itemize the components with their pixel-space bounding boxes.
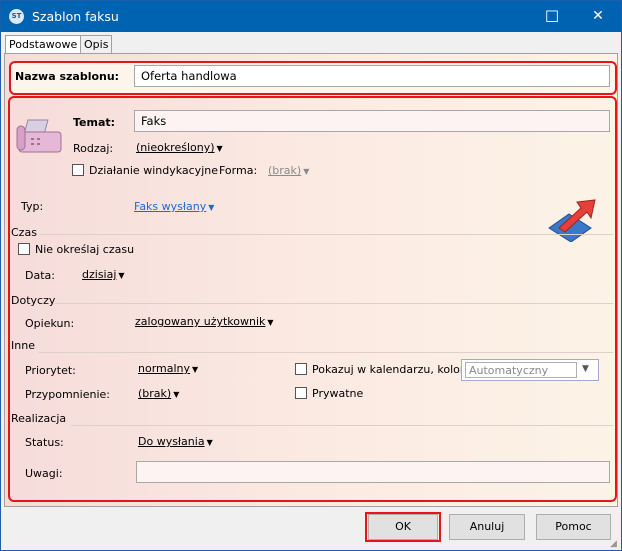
app-logo-icon: ST xyxy=(9,9,24,24)
keeper-dropdown[interactable]: zalogowany użytkownik ▼ xyxy=(135,315,274,328)
form-value: (brak) xyxy=(268,164,302,177)
dropdown-arrow-icon: ▼ xyxy=(582,364,589,374)
dropdown-arrow-icon: ▼ xyxy=(173,390,180,399)
divider xyxy=(71,425,613,426)
other-section-title: Inne xyxy=(11,339,35,352)
divider xyxy=(55,303,613,304)
reminder-dropdown[interactable]: (brak) ▼ xyxy=(138,387,179,400)
dropdown-arrow-icon: ▼ xyxy=(192,365,199,374)
private-label: Prywatne xyxy=(312,387,364,400)
time-section-title: Czas xyxy=(11,226,37,239)
divider xyxy=(39,352,613,353)
subject-input[interactable]: Faks xyxy=(134,110,610,132)
date-value: dzisiaj xyxy=(82,268,117,281)
cancel-button[interactable]: Anuluj xyxy=(449,514,525,540)
send-arrow-icon xyxy=(548,199,596,242)
form-dropdown[interactable]: (brak) ▼ xyxy=(268,164,309,177)
keeper-label: Opiekun: xyxy=(25,317,75,330)
status-value: Do wysłania xyxy=(138,435,205,448)
reminder-value: (brak) xyxy=(138,387,172,400)
dropdown-arrow-icon: ▼ xyxy=(216,144,223,153)
calendar-label: Pokazuj w kalendarzu, kolor: xyxy=(312,363,468,376)
form-label: Forma: xyxy=(219,164,258,177)
kind-dropdown[interactable]: (nieokreślony) ▼ xyxy=(136,141,223,154)
keeper-value: zalogowany użytkownik xyxy=(135,315,266,328)
type-value: Faks wysłany xyxy=(134,200,207,213)
status-dropdown[interactable]: Do wysłania ▼ xyxy=(138,435,213,448)
template-name-input[interactable]: Oferta handlowa xyxy=(134,65,610,87)
type-label: Typ: xyxy=(21,200,44,213)
status-label: Status: xyxy=(25,436,64,449)
calendar-checkbox[interactable] xyxy=(295,363,307,375)
title-bar: ST Szablon faksu ☐ ✕ xyxy=(1,1,621,32)
dropdown-arrow-icon: ▼ xyxy=(208,203,215,212)
dropdown-arrow-icon: ▼ xyxy=(303,167,310,176)
calendar-color-value: Automatyczny xyxy=(465,362,577,378)
private-checkbox[interactable] xyxy=(295,387,307,399)
calendar-color-select[interactable]: Automatyczny ▼ xyxy=(461,359,599,381)
collection-checkbox[interactable] xyxy=(72,164,84,176)
no-time-label: Nie określaj czasu xyxy=(35,243,135,256)
notes-input[interactable] xyxy=(136,461,610,483)
dialog-window: ST Szablon faksu ☐ ✕ Podstawowe Opis Naz… xyxy=(0,0,622,551)
fax-icon xyxy=(16,119,62,153)
priority-value: normalny xyxy=(138,362,191,375)
date-label: Data: xyxy=(25,269,55,282)
help-button[interactable]: Pomoc xyxy=(536,514,611,540)
date-dropdown[interactable]: dzisiaj ▼ xyxy=(82,268,125,281)
window-title: Szablon faksu xyxy=(32,9,119,24)
tab-podstawowe[interactable]: Podstawowe xyxy=(5,35,82,55)
dropdown-arrow-icon: ▼ xyxy=(118,271,125,280)
subject-label: Temat: xyxy=(73,116,116,129)
ok-button[interactable]: OK xyxy=(368,514,438,540)
template-name-label: Nazwa szablonu: xyxy=(15,70,120,83)
details-highlight xyxy=(8,96,617,502)
no-time-checkbox[interactable] xyxy=(18,243,30,255)
priority-dropdown[interactable]: normalny ▼ xyxy=(138,362,198,375)
divider xyxy=(39,234,613,235)
realization-section-title: Realizacja xyxy=(11,412,67,425)
notes-label: Uwagi: xyxy=(25,467,63,480)
resize-grip-icon[interactable]: ◢ xyxy=(610,539,617,549)
tab-opis[interactable]: Opis xyxy=(80,35,113,54)
kind-value: (nieokreślony) xyxy=(136,141,215,154)
close-button[interactable]: ✕ xyxy=(575,1,621,32)
collection-label: Działanie windykacyjne xyxy=(89,164,218,177)
priority-label: Priorytet: xyxy=(25,364,76,377)
type-dropdown[interactable]: Faks wysłany ▼ xyxy=(134,200,214,213)
dropdown-arrow-icon: ▼ xyxy=(206,438,213,447)
kind-label: Rodzaj: xyxy=(73,142,114,155)
dropdown-arrow-icon: ▼ xyxy=(267,318,274,327)
maximize-button[interactable]: ☐ xyxy=(529,1,575,32)
reminder-label: Przypomnienie: xyxy=(25,388,110,401)
concerns-section-title: Dotyczy xyxy=(11,294,56,307)
